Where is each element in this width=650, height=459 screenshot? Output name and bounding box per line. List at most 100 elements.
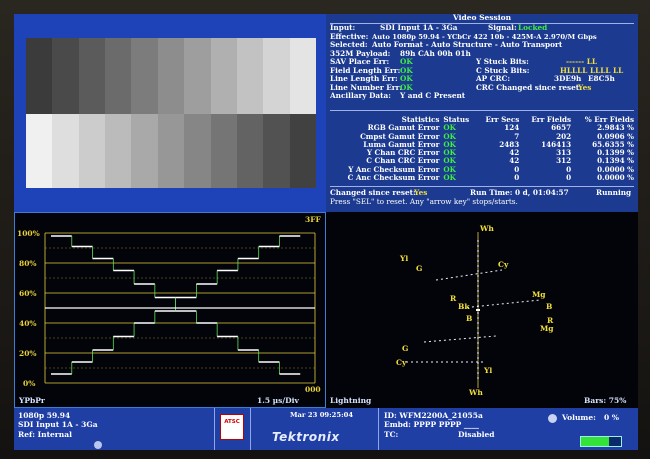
- gray-bar: [105, 38, 132, 114]
- stat-err-fields: 0: [566, 173, 572, 183]
- reset-hint: Press "SEL" to reset. Any "arrow key" st…: [330, 197, 518, 206]
- grayscale-bars-bottom: [26, 114, 316, 188]
- target-cy-lower: Cy: [396, 358, 407, 367]
- gray-bar: [157, 38, 185, 114]
- grayscale-bars-top: [26, 38, 316, 114]
- target-g-upper: G: [416, 264, 423, 273]
- crc-changed-value: Yes: [578, 82, 592, 92]
- warning-logo-icon: ATSC: [220, 414, 244, 440]
- pct-label-100: 100%: [17, 229, 40, 238]
- battery-meter: [580, 436, 622, 447]
- stat-err-secs: 0: [514, 173, 520, 183]
- lightning-mode-label: Lightning: [330, 396, 372, 405]
- status-indicator-dot: [94, 441, 102, 449]
- status-bar: 1080p 59.94 SDI Input 1A - 3Ga Ref: Inte…: [14, 408, 638, 450]
- divider: [330, 110, 634, 111]
- divider: [330, 186, 634, 187]
- gray-bar: [157, 114, 185, 188]
- pct-label-20: 20%: [19, 349, 37, 358]
- gray-bar: [26, 38, 53, 114]
- target-bk: Bk: [458, 302, 470, 311]
- target-mg-lower: Mg: [540, 324, 554, 333]
- target-b-center: B: [466, 314, 473, 323]
- signal-label: Signal:: [488, 23, 517, 32]
- pct-label-60: 60%: [19, 289, 37, 298]
- gray-bar: [184, 38, 211, 114]
- bars-percent-label: Bars: 75%: [584, 396, 627, 405]
- volume-value: 0 %: [604, 413, 619, 422]
- running-status: Running: [596, 188, 632, 197]
- lightning-pane[interactable]: Wh Wh Lightning Bars: 75% Yl G Cy R Bk B…: [326, 212, 638, 408]
- statistics-table: Statistics Status Err Secs Err Fields % …: [328, 115, 636, 183]
- gray-bar: [131, 114, 158, 188]
- lightning-trace: [423, 335, 497, 343]
- tektronix-logo: Tektronix: [272, 430, 340, 444]
- gray-bar: [78, 114, 106, 188]
- gray-bar: [289, 38, 316, 114]
- top-right-code: 3FF: [305, 215, 321, 224]
- gray-bar: [52, 114, 79, 188]
- ap-crc-value-2: E8C5h: [588, 74, 615, 83]
- lightning-trace: [435, 269, 503, 281]
- waveform-mode-label: YPbPr: [19, 396, 45, 405]
- format-label: 1080p 59.94: [18, 411, 71, 420]
- lightning-top-wh: Wh: [480, 224, 494, 233]
- timecode-value: Disabled: [458, 430, 495, 439]
- target-yl-upper: Yl: [400, 254, 409, 263]
- date-time: Mar 23 09:25:04: [290, 411, 354, 419]
- waveform-scale-label: 1.5 µs/Div: [257, 396, 299, 405]
- pct-label-40: 40%: [19, 319, 37, 328]
- timecode-label: TC:: [384, 430, 399, 439]
- monitor-screen: Video Session Input: SDI Input 1A - 3Ga …: [14, 14, 638, 450]
- target-g-lower: G: [402, 344, 409, 353]
- target-yl-lower: Yl: [484, 366, 493, 375]
- gray-bar: [52, 38, 79, 114]
- divider: [250, 408, 251, 450]
- crc-changed-label: CRC Changed since reset:: [476, 82, 582, 92]
- gray-bar: [289, 114, 316, 188]
- lightning-trace: [461, 299, 541, 309]
- lightning-trace: [406, 232, 541, 388]
- bottom-right-code: 000: [305, 385, 321, 394]
- pct-label-0: 0%: [23, 379, 36, 388]
- video-session-title: Video Session: [452, 14, 512, 22]
- gray-bar: [236, 114, 264, 188]
- stat-pct-err: 0.0000 %: [597, 173, 634, 183]
- instrument-id: ID: WFM2200A_21055a: [384, 411, 483, 420]
- lightning-bottom-wh: Wh: [469, 388, 483, 397]
- target-r-upper: R: [450, 294, 457, 303]
- input-label-status: SDI Input 1A - 3Ga: [18, 420, 98, 429]
- gray-bar: [263, 114, 290, 188]
- ancillary-value: Y and C Present: [400, 91, 466, 100]
- input-value: SDI Input 1A - 3Ga: [380, 23, 458, 32]
- gray-bar: [236, 38, 264, 114]
- gray-bar: [184, 114, 211, 188]
- signal-value: Locked: [518, 23, 548, 32]
- divider: [330, 23, 634, 24]
- gray-bar: [78, 38, 106, 114]
- divider: [378, 408, 379, 450]
- gray-bar: [26, 114, 53, 188]
- gray-bar: [105, 114, 132, 188]
- ancillary-label: Ancillary Data:: [330, 91, 391, 100]
- statistics-row: C Anc Checksum Error OK 0 0 0.0000 %: [328, 173, 636, 183]
- gray-bar: [210, 114, 237, 188]
- gray-bar: [263, 38, 290, 114]
- target-b-right: B: [546, 302, 553, 311]
- picture-pane[interactable]: [14, 14, 326, 212]
- divider: [214, 408, 215, 450]
- test-pattern-picture: [26, 38, 316, 188]
- waveform-trace: [44, 232, 316, 384]
- reference-label: Ref: Internal: [18, 430, 72, 439]
- gray-bar: [210, 38, 237, 114]
- stat-status: OK: [443, 173, 456, 183]
- stat-name: C Anc Checksum Error: [347, 173, 440, 183]
- speaker-icon[interactable]: [548, 414, 557, 423]
- embedded-audio: Embd: PPPP PPPP ____: [384, 420, 479, 429]
- gray-bar: [131, 38, 158, 114]
- target-cy-upper: Cy: [498, 260, 509, 269]
- waveform-pane[interactable]: 100% 80% 60% 40% 20% 0% 3FF 000 YPbPr 1.…: [14, 212, 326, 408]
- volume-label: Volume:: [562, 413, 596, 422]
- target-mg-upper: Mg: [532, 290, 546, 299]
- video-session-pane[interactable]: Video Session Input: SDI Input 1A - 3Ga …: [326, 14, 638, 212]
